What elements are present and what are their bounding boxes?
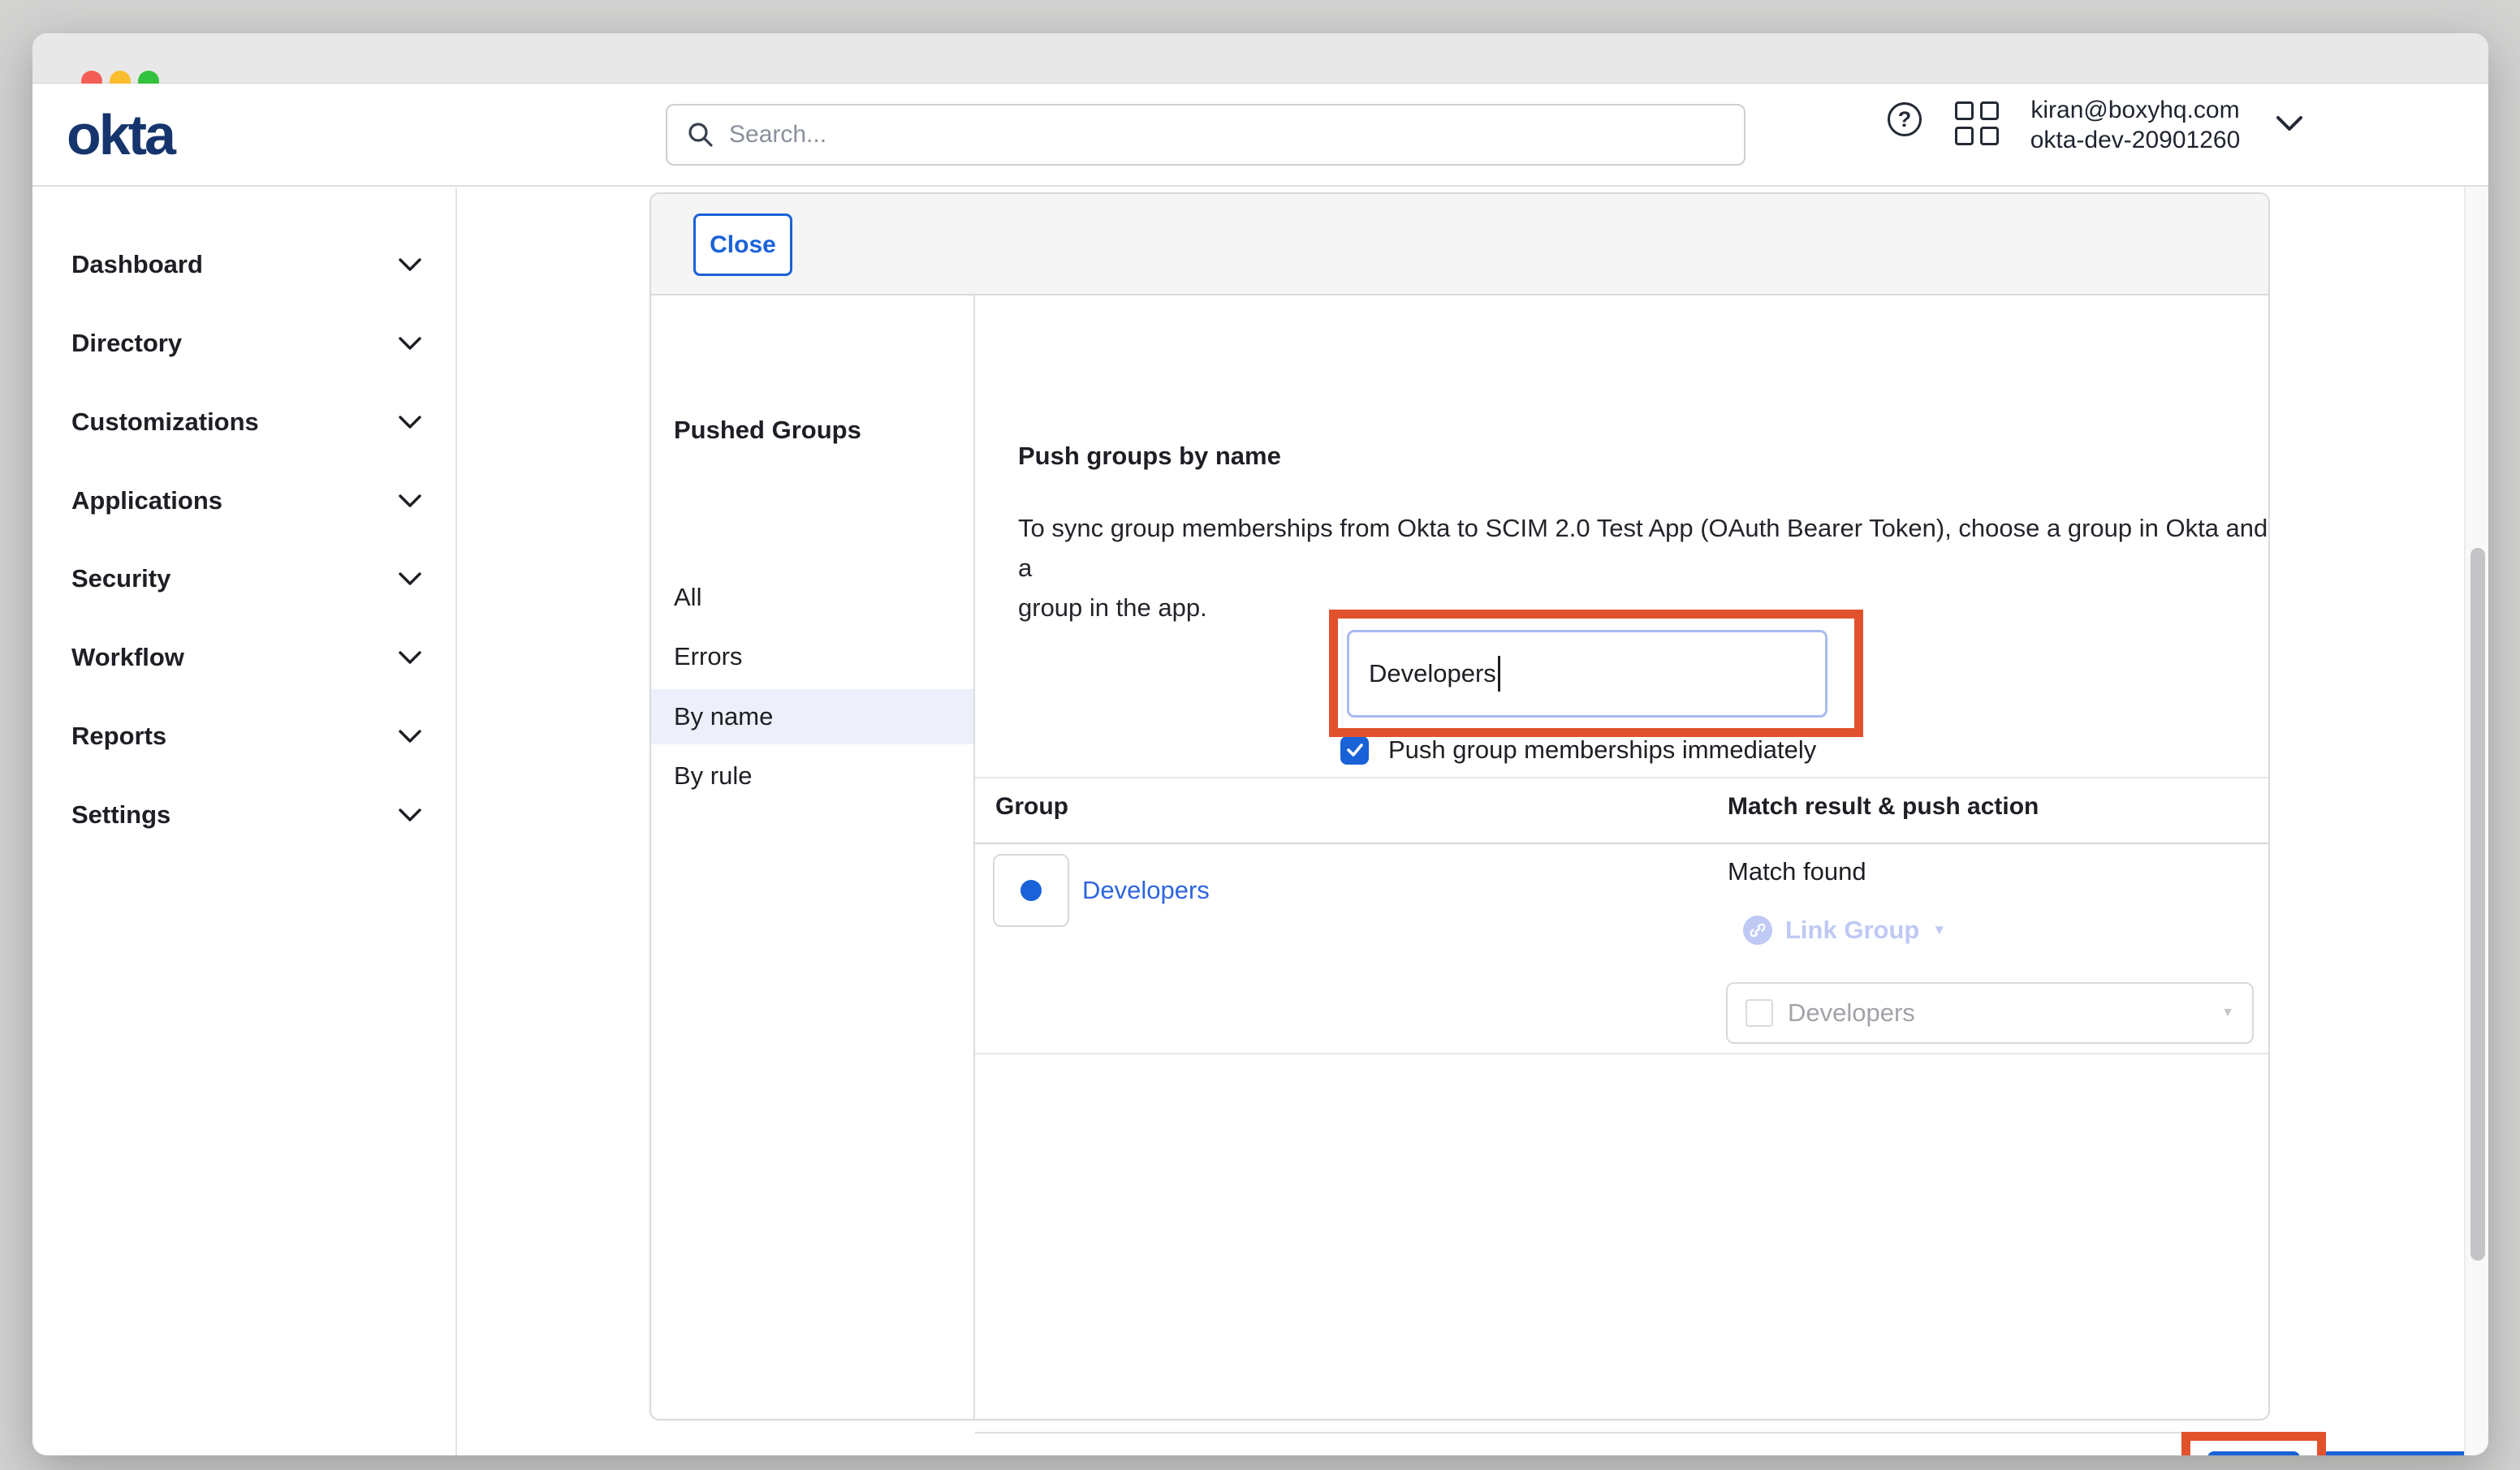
chevron-down-icon: [398, 415, 422, 429]
caret-down-icon: ▼: [1932, 922, 1946, 938]
sidebar-item-directory[interactable]: Directory: [32, 317, 457, 369]
okta-logo: okta: [67, 106, 174, 163]
chevron-down-icon: [398, 336, 422, 351]
annotation-highlight-input: [1329, 610, 1863, 737]
scrollbar-thumb[interactable]: [2470, 548, 2485, 1261]
sidebar-item-label: Settings: [71, 800, 170, 830]
subnav-item-label: Errors: [674, 642, 742, 671]
description-line: To sync group memberships from Okta to S…: [1018, 514, 2268, 582]
group-icon: [1021, 880, 1042, 901]
sidebar-item-applications[interactable]: Applications: [32, 475, 457, 527]
sidebar-item-label: Customizations: [71, 407, 259, 437]
sidebar-item-dashboard[interactable]: Dashboard: [32, 239, 457, 291]
browser-window: okta ? kiran@boxyhq.com okta-dev-2090126…: [32, 33, 2488, 1455]
app-group-icon: [1745, 999, 1773, 1027]
description-line: group in the app.: [1018, 593, 1207, 622]
window-titlebar: [32, 33, 2488, 84]
sidebar-item-settings[interactable]: Settings: [32, 789, 457, 841]
app-header: okta ? kiran@boxyhq.com okta-dev-2090126…: [32, 84, 2488, 187]
page-title: Push groups by name: [1018, 442, 1281, 471]
chevron-down-icon[interactable]: [2275, 114, 2304, 132]
push-immediately-row: Push group memberships immediately: [1340, 735, 1816, 765]
group-icon-card: [993, 854, 1069, 927]
scrollbar-track[interactable]: [2464, 187, 2488, 1455]
subnav-heading: Pushed Groups: [674, 416, 861, 445]
app-group-select[interactable]: Developers ▼: [1726, 982, 2254, 1044]
sidebar-item-label: Security: [71, 564, 170, 593]
sidebar-item-customizations[interactable]: Customizations: [32, 396, 457, 448]
grid-square: [1980, 101, 1999, 120]
footer-divider: [975, 1432, 2268, 1433]
grid-square: [1955, 127, 1974, 145]
search-icon: [687, 121, 714, 149]
annotation-highlight-save: [2181, 1432, 2326, 1455]
sidebar-item-label: Reports: [71, 722, 166, 751]
grid-square: [1955, 101, 1974, 120]
org-name: okta-dev-20901260: [2013, 125, 2257, 155]
push-immediately-checkbox[interactable]: [1340, 736, 1369, 765]
subnav-item-label: By name: [674, 702, 773, 731]
sidebar-item-workflow[interactable]: Workflow: [32, 632, 457, 683]
subnav-item-label: All: [674, 583, 701, 612]
sidebar-item-label: Workflow: [71, 643, 184, 672]
user-email: kiran@boxyhq.com: [2013, 95, 2257, 125]
match-status: Match found: [1728, 857, 1866, 886]
subnav-item-by-rule[interactable]: By rule: [651, 748, 973, 804]
pushed-groups-panel: Close Pushed Groups All Errors By name B…: [649, 192, 2270, 1420]
column-header-group: Group: [995, 793, 1068, 821]
chevron-down-icon: [398, 808, 422, 822]
chevron-down-icon: [398, 650, 422, 665]
sidebar-item-label: Applications: [71, 486, 222, 515]
main-nav-sidebar: Dashboard Directory Customizations Appli…: [32, 188, 457, 1455]
account-menu[interactable]: kiran@boxyhq.com okta-dev-20901260: [2013, 95, 2257, 155]
subnav-item-all[interactable]: All: [651, 570, 973, 625]
subnav-item-by-name[interactable]: By name: [651, 689, 973, 744]
sidebar-item-reports[interactable]: Reports: [32, 710, 457, 762]
pushed-groups-subnav: Pushed Groups All Errors By name By rule: [651, 295, 975, 1419]
push-by-name-content: Push groups by name To sync group member…: [975, 295, 2268, 1419]
table-header-divider: [975, 843, 2268, 844]
sidebar-item-label: Dashboard: [71, 250, 203, 279]
global-search[interactable]: [666, 104, 1745, 166]
link-group-label: Link Group: [1785, 916, 1919, 945]
sidebar-item-security[interactable]: Security: [32, 553, 457, 605]
table-top-divider: [975, 777, 2268, 778]
chevron-down-icon: [398, 729, 422, 744]
chevron-down-icon: [398, 571, 422, 586]
panel-header: Close: [651, 194, 2268, 295]
table-row-divider: [975, 1053, 2268, 1054]
help-icon[interactable]: ?: [1888, 102, 1922, 136]
group-name-link[interactable]: Developers: [1082, 876, 1210, 905]
subnav-item-errors[interactable]: Errors: [651, 629, 973, 684]
chevron-down-icon: [398, 494, 422, 508]
chevron-down-icon: [398, 257, 422, 272]
subnav-item-label: By rule: [674, 761, 752, 791]
close-button[interactable]: Close: [693, 213, 792, 276]
link-icon: [1743, 916, 1772, 945]
column-header-match: Match result & push action: [1728, 793, 2039, 821]
app-group-value: Developers: [1788, 998, 2221, 1028]
checkbox-label: Push group memberships immediately: [1388, 735, 1816, 765]
search-input[interactable]: [729, 121, 1724, 149]
link-group-dropdown[interactable]: Link Group ▼: [1743, 916, 1946, 945]
caret-down-icon: ▼: [2221, 1006, 2234, 1020]
grid-square: [1980, 127, 1999, 145]
apps-grid-icon[interactable]: [1955, 101, 2000, 147]
sidebar-item-label: Directory: [71, 329, 182, 358]
